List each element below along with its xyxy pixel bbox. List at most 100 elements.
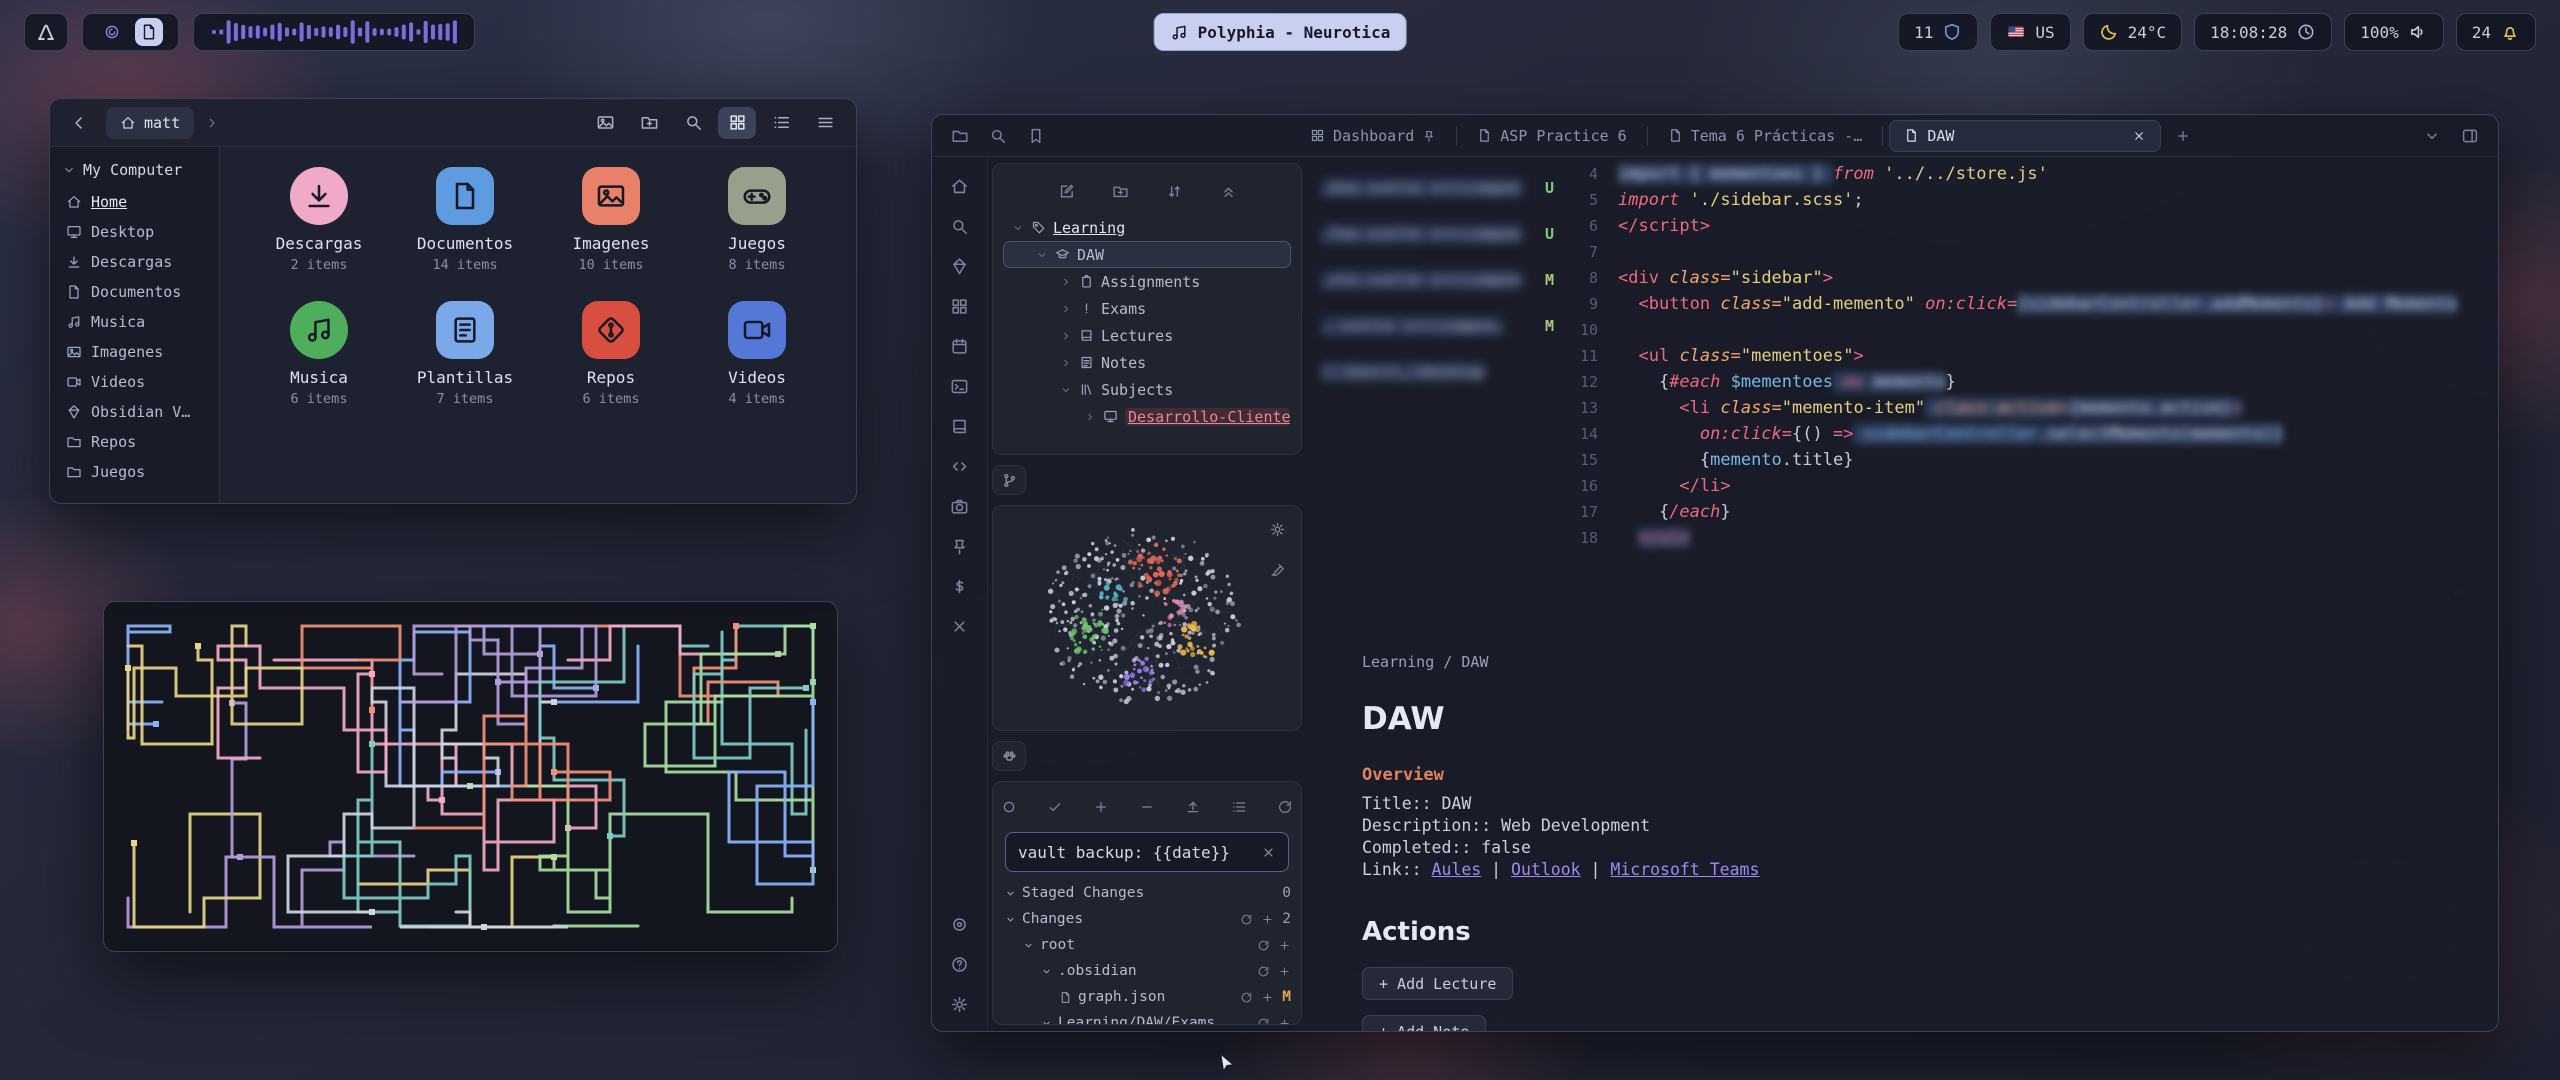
workspace-1[interactable] [98,18,126,46]
explorer-folder-plus-button[interactable] [1104,176,1136,206]
sidebar-item-repos[interactable]: Repos [58,427,211,457]
list-view-button[interactable] [762,107,800,139]
explorer-item-learning[interactable]: Learning [1003,214,1291,241]
git-row-root[interactable]: root [1003,932,1291,958]
link-outlook[interactable]: Outlook [1511,860,1581,879]
add-lecture-button[interactable]: + Add Lecture [1362,967,1513,1000]
ribbon-terminal-button[interactable] [945,373,975,399]
link-microsoft-teams[interactable]: Microsoft Teams [1610,860,1759,879]
link-aules[interactable]: Aules [1432,860,1482,879]
new-tab-button[interactable] [2167,121,2199,151]
tabbar-layout-button[interactable] [2454,121,2486,151]
tray-updates[interactable]: 11 [1898,13,1978,51]
tray-clock[interactable]: 18:08:28 [2194,13,2332,51]
ribbon-home-button[interactable] [945,173,975,199]
workspace-switcher[interactable] [82,13,179,51]
sidebar-item-videos[interactable]: Videos [58,367,211,397]
close-tab-icon[interactable] [2132,129,2146,143]
git-circle-button[interactable] [993,792,1024,822]
sidebar-item-home[interactable]: Home [58,187,211,217]
now-playing-pill[interactable]: Polyphia - Neurotica [1154,13,1407,51]
undo-icon[interactable] [1257,939,1270,952]
tray-volume[interactable]: 100% [2344,13,2444,51]
sidebar-item-imagenes[interactable]: Imagenes [58,337,211,367]
undo-icon[interactable] [1257,965,1270,978]
ribbon-code-button[interactable] [945,453,975,479]
git-row-staged-changes[interactable]: Staged Changes0 [1003,880,1291,906]
stage-plus-icon[interactable] [1261,991,1274,1004]
workspace-2[interactable] [135,18,163,46]
ribbon-calendar-button[interactable] [945,333,975,359]
forward-chevron-icon[interactable] [204,115,220,131]
tab-daw[interactable]: DAW [1889,120,2161,152]
commit-message-input[interactable] [1018,843,1253,862]
ribbon-search-button[interactable] [945,213,975,239]
folder-plus-view-button[interactable] [630,107,668,139]
git-minus-button[interactable] [1131,792,1162,822]
git-plus-button[interactable] [1085,792,1116,822]
folder-imagenes[interactable]: Imagenes10 items [538,167,684,273]
explorer-edit-button[interactable] [1050,176,1082,206]
git-row-graph-json[interactable]: graph.jsonM [1003,984,1291,1010]
code-editor[interactable]: 4import { mementoes } from '../../store.… [1570,161,2494,551]
clear-input-icon[interactable] [1261,845,1276,860]
breadcrumb[interactable]: matt [106,107,194,139]
tab-asp-practice-6[interactable]: ASP Practice 6 [1463,120,1640,152]
launcher-button[interactable] [24,13,68,51]
sidebar-item-juegos[interactable]: Juegos [58,457,211,487]
ribbon-x-button[interactable] [945,613,975,639]
sidebar-item-descargas[interactable]: Descargas [58,247,211,277]
explorer-item-desarrollo-cliente[interactable]: Desarrollo-Cliente [1003,403,1291,430]
tabbar-folder-button[interactable] [944,121,976,151]
tab-tema-6-pr-cticas[interactable]: Tema 6 Prácticas -… [1654,120,1877,152]
tray-keyboard-layout[interactable]: US [1990,13,2070,51]
stage-plus-icon[interactable] [1278,939,1291,952]
sidebar-item-desktop[interactable]: Desktop [58,217,211,247]
search-view-button[interactable] [674,107,712,139]
graph-filter-button[interactable] [1261,554,1293,584]
explorer-item-daw[interactable]: DAW [1003,241,1291,268]
git-row-obsidian[interactable]: .obsidian [1003,958,1291,984]
explorer-sort-button[interactable] [1158,176,1190,206]
explorer-item-assignments[interactable]: Assignments [1003,268,1291,295]
note-breadcrumb[interactable]: Learning / DAW [1362,653,2458,671]
folder-plantillas[interactable]: Plantillas7 items [392,301,538,407]
explorer-item-exams[interactable]: Exams [1003,295,1291,322]
git-list-button[interactable] [1224,792,1255,822]
undo-icon[interactable] [1240,991,1253,1004]
back-button[interactable] [62,107,96,139]
tabbar-search-button[interactable] [982,121,1014,151]
ribbon-gem-button[interactable] [945,253,975,279]
git-refresh-button[interactable] [1270,792,1301,822]
tabbar-bookmark-button[interactable] [1020,121,1052,151]
tab-dashboard[interactable]: Dashboard [1296,120,1450,152]
tray-weather[interactable]: 24°C [2083,13,2183,51]
grid-view-button[interactable] [718,107,756,139]
ribbon-dollar-button[interactable] [945,573,975,599]
tabbar-chevron-down-button[interactable] [2416,121,2448,151]
undo-icon[interactable] [1257,1017,1270,1026]
git-check-button[interactable] [1039,792,1070,822]
paw-icon[interactable] [992,741,1026,771]
folder-descargas[interactable]: Descargas2 items [246,167,392,273]
folder-videos[interactable]: Videos4 items [684,301,830,407]
folder-juegos[interactable]: Juegos8 items [684,167,830,273]
explorer-item-subjects[interactable]: Subjects [1003,376,1291,403]
sidebar-item-documentos[interactable]: Documentos [58,277,211,307]
git-row-learning-daw-exams[interactable]: Learning/DAW/Exams [1003,1010,1291,1025]
ribbon-help-button[interactable] [945,951,975,977]
git-upload-button[interactable] [1178,792,1209,822]
sidebar-item-obsidian-v[interactable]: Obsidian V… [58,397,211,427]
folder-musica[interactable]: Musica6 items [246,301,392,407]
tray-notifications[interactable]: 24 [2456,13,2536,51]
sidebar-item-musica[interactable]: Musica [58,307,211,337]
git-branch-icon[interactable] [992,465,1026,495]
ribbon-grid-button[interactable] [945,293,975,319]
stage-plus-icon[interactable] [1278,1017,1291,1026]
explorer-item-lectures[interactable]: Lectures [1003,322,1291,349]
explorer-collapse-button[interactable] [1212,176,1244,206]
ribbon-camera-button[interactable] [945,493,975,519]
add-note-button[interactable]: + Add Note [1362,1015,1486,1032]
ribbon-book-button[interactable] [945,413,975,439]
graph-settings-button[interactable] [1261,514,1293,544]
